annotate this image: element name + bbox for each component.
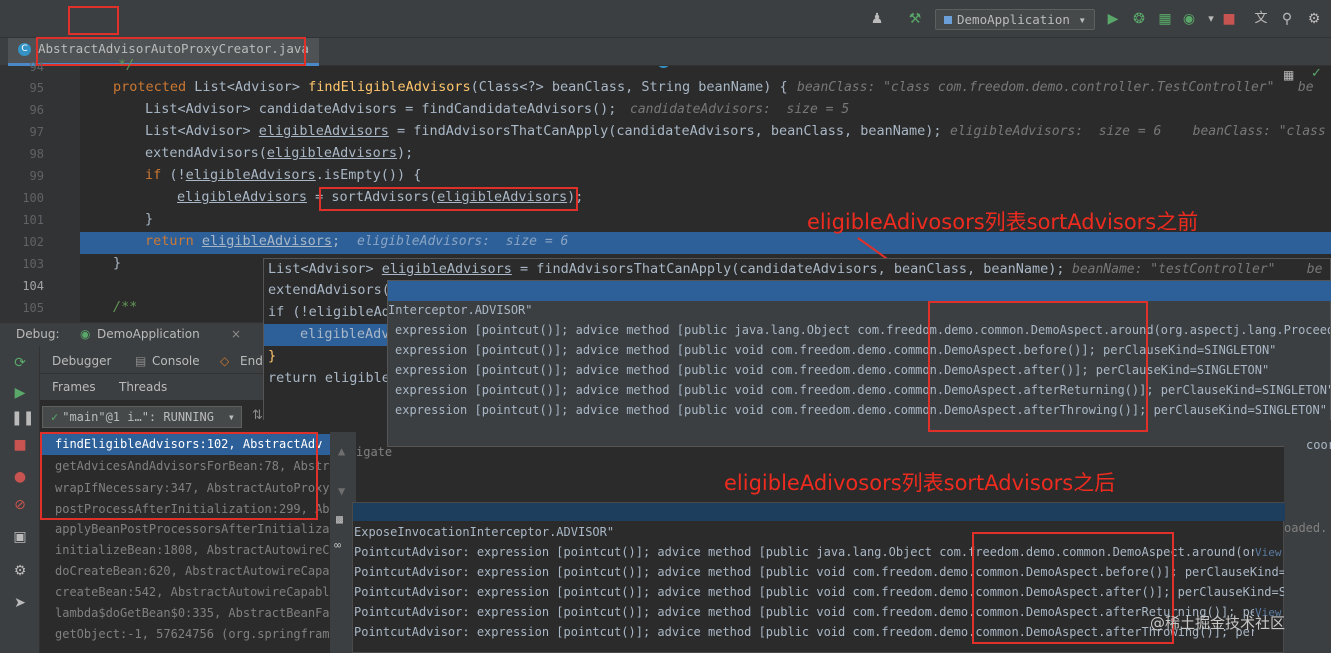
popup-header: Interceptor.ADVISOR" bbox=[388, 303, 533, 317]
annotation-box-after-list bbox=[972, 532, 1174, 644]
spring-app-icon: ◉ bbox=[80, 327, 91, 341]
popup-inline-hint: beanName: "testController" be bbox=[1072, 262, 1323, 277]
quick-eval-code-fragments: extendAdvisors( if (!eligibleAd eligible… bbox=[263, 280, 390, 420]
debug-session-tab[interactable]: DemoApplication bbox=[97, 327, 200, 341]
variable-popup-before: Interceptor.ADVISOR" expression [pointcu… bbox=[387, 280, 1331, 447]
frame-item[interactable]: getObject:-1, 57624756 (org.springframe bbox=[40, 624, 330, 645]
tab-endpoints[interactable]: End bbox=[240, 354, 263, 368]
right-panel-text: coor bbox=[1306, 438, 1331, 452]
popup-code-fragment: return eligible bbox=[268, 370, 390, 386]
copy-icon[interactable]: ▩ bbox=[336, 512, 343, 526]
debug-label: Debug: bbox=[16, 327, 60, 341]
popup-code-fragment: } bbox=[268, 348, 277, 364]
annotation-box-before-list bbox=[928, 301, 1148, 432]
advisor-line[interactable]: expression [pointcut()]; advice method [… bbox=[395, 403, 1330, 417]
right-panel-text: oaded. bbox=[1284, 521, 1328, 535]
popup-selection-bar bbox=[353, 503, 1285, 521]
tab-console[interactable]: Console bbox=[152, 354, 200, 368]
tab-debugger[interactable]: Debugger bbox=[52, 354, 111, 368]
pin-icon[interactable]: ➤ bbox=[11, 594, 29, 612]
popup-header: ExposeInvocationInterceptor.ADVISOR" bbox=[354, 525, 615, 539]
popup-code-fragment: extendAdvisors( bbox=[268, 282, 390, 298]
tab-frames[interactable]: Frames bbox=[52, 380, 96, 394]
frame-item[interactable]: initializeBean:1808, AbstractAutowireCa bbox=[40, 540, 330, 561]
watch-glasses-icon[interactable]: ∞ bbox=[334, 538, 341, 552]
advisor-line[interactable]: expression [pointcut()]; advice method [… bbox=[395, 383, 1330, 397]
debug-side-toolbar: ⟳ ▶ ❚❚ ■ ● ⊘ ▣ ⚙ ➤ bbox=[0, 346, 40, 653]
advisor-line[interactable]: expression [pointcut()]; advice method [… bbox=[395, 363, 1330, 377]
breakpoints-icon[interactable]: ● bbox=[11, 468, 29, 486]
quick-eval-code-line: List<Advisor> eligibleAdvisors = findAdv… bbox=[263, 258, 1331, 280]
navigate-hint: igate bbox=[356, 445, 393, 459]
check-icon: ✓ bbox=[51, 410, 59, 424]
resume-icon[interactable]: ▶ bbox=[11, 384, 29, 402]
rerun-icon[interactable]: ⟳ bbox=[11, 354, 29, 372]
popup-code-line: List<Advisor> eligibleAdvisors = findAdv… bbox=[268, 261, 1065, 277]
watermark: @稀土掘金技术社区 bbox=[1150, 614, 1286, 632]
popup-selection-bar bbox=[388, 281, 1331, 301]
close-icon[interactable]: × bbox=[231, 327, 241, 341]
scroll-up-icon[interactable]: ▲ bbox=[338, 444, 345, 458]
annotation-after-label: eligibleAdivosors列表sortAdvisors之后 bbox=[724, 471, 1116, 495]
view-link[interactable]: View bbox=[1255, 546, 1282, 559]
scroll-down-icon[interactable]: ▼ bbox=[338, 484, 345, 498]
frame-item[interactable]: createBean:542, AbstractAutowireCapable bbox=[40, 582, 330, 603]
right-side-panel: coor oaded. bbox=[1284, 420, 1331, 653]
chevron-down-icon: ▾ bbox=[227, 410, 235, 424]
advisor-line[interactable]: expression [pointcut()]; advice method [… bbox=[395, 323, 1330, 337]
mute-breakpoints-icon[interactable]: ⊘ bbox=[11, 496, 29, 514]
pause-icon[interactable]: ❚❚ bbox=[11, 409, 34, 427]
thread-label: "main"@1 i…": RUNNING bbox=[62, 410, 214, 424]
tab-threads[interactable]: Threads bbox=[119, 380, 167, 394]
thread-select[interactable]: ✓ "main"@1 i…": RUNNING ▾ bbox=[42, 406, 242, 428]
advisor-line[interactable]: expression [pointcut()]; advice method [… bbox=[395, 343, 1330, 357]
console-icon: ▤ bbox=[135, 354, 147, 368]
popup-code-fragment: if (!eligibleAd bbox=[268, 304, 390, 320]
frame-item[interactable]: lambda$doGetBean$0:335, AbstractBeanFac bbox=[40, 603, 330, 624]
popup-code-fragment: eligibleAdv bbox=[300, 326, 390, 342]
camera-icon[interactable]: ▣ bbox=[11, 528, 29, 546]
annotation-box-frames bbox=[40, 432, 318, 520]
frames-filter-icon[interactable]: ⇅ bbox=[252, 408, 263, 423]
frame-item[interactable]: applyBeanPostProcessorsAfterInitializat bbox=[40, 519, 330, 540]
stop-icon[interactable]: ■ bbox=[11, 436, 29, 454]
endpoints-icon: ◇ bbox=[220, 354, 230, 368]
frame-item[interactable]: doCreateBean:620, AbstractAutowireCapab bbox=[40, 561, 330, 582]
gear-icon[interactable]: ⚙ bbox=[11, 562, 29, 580]
